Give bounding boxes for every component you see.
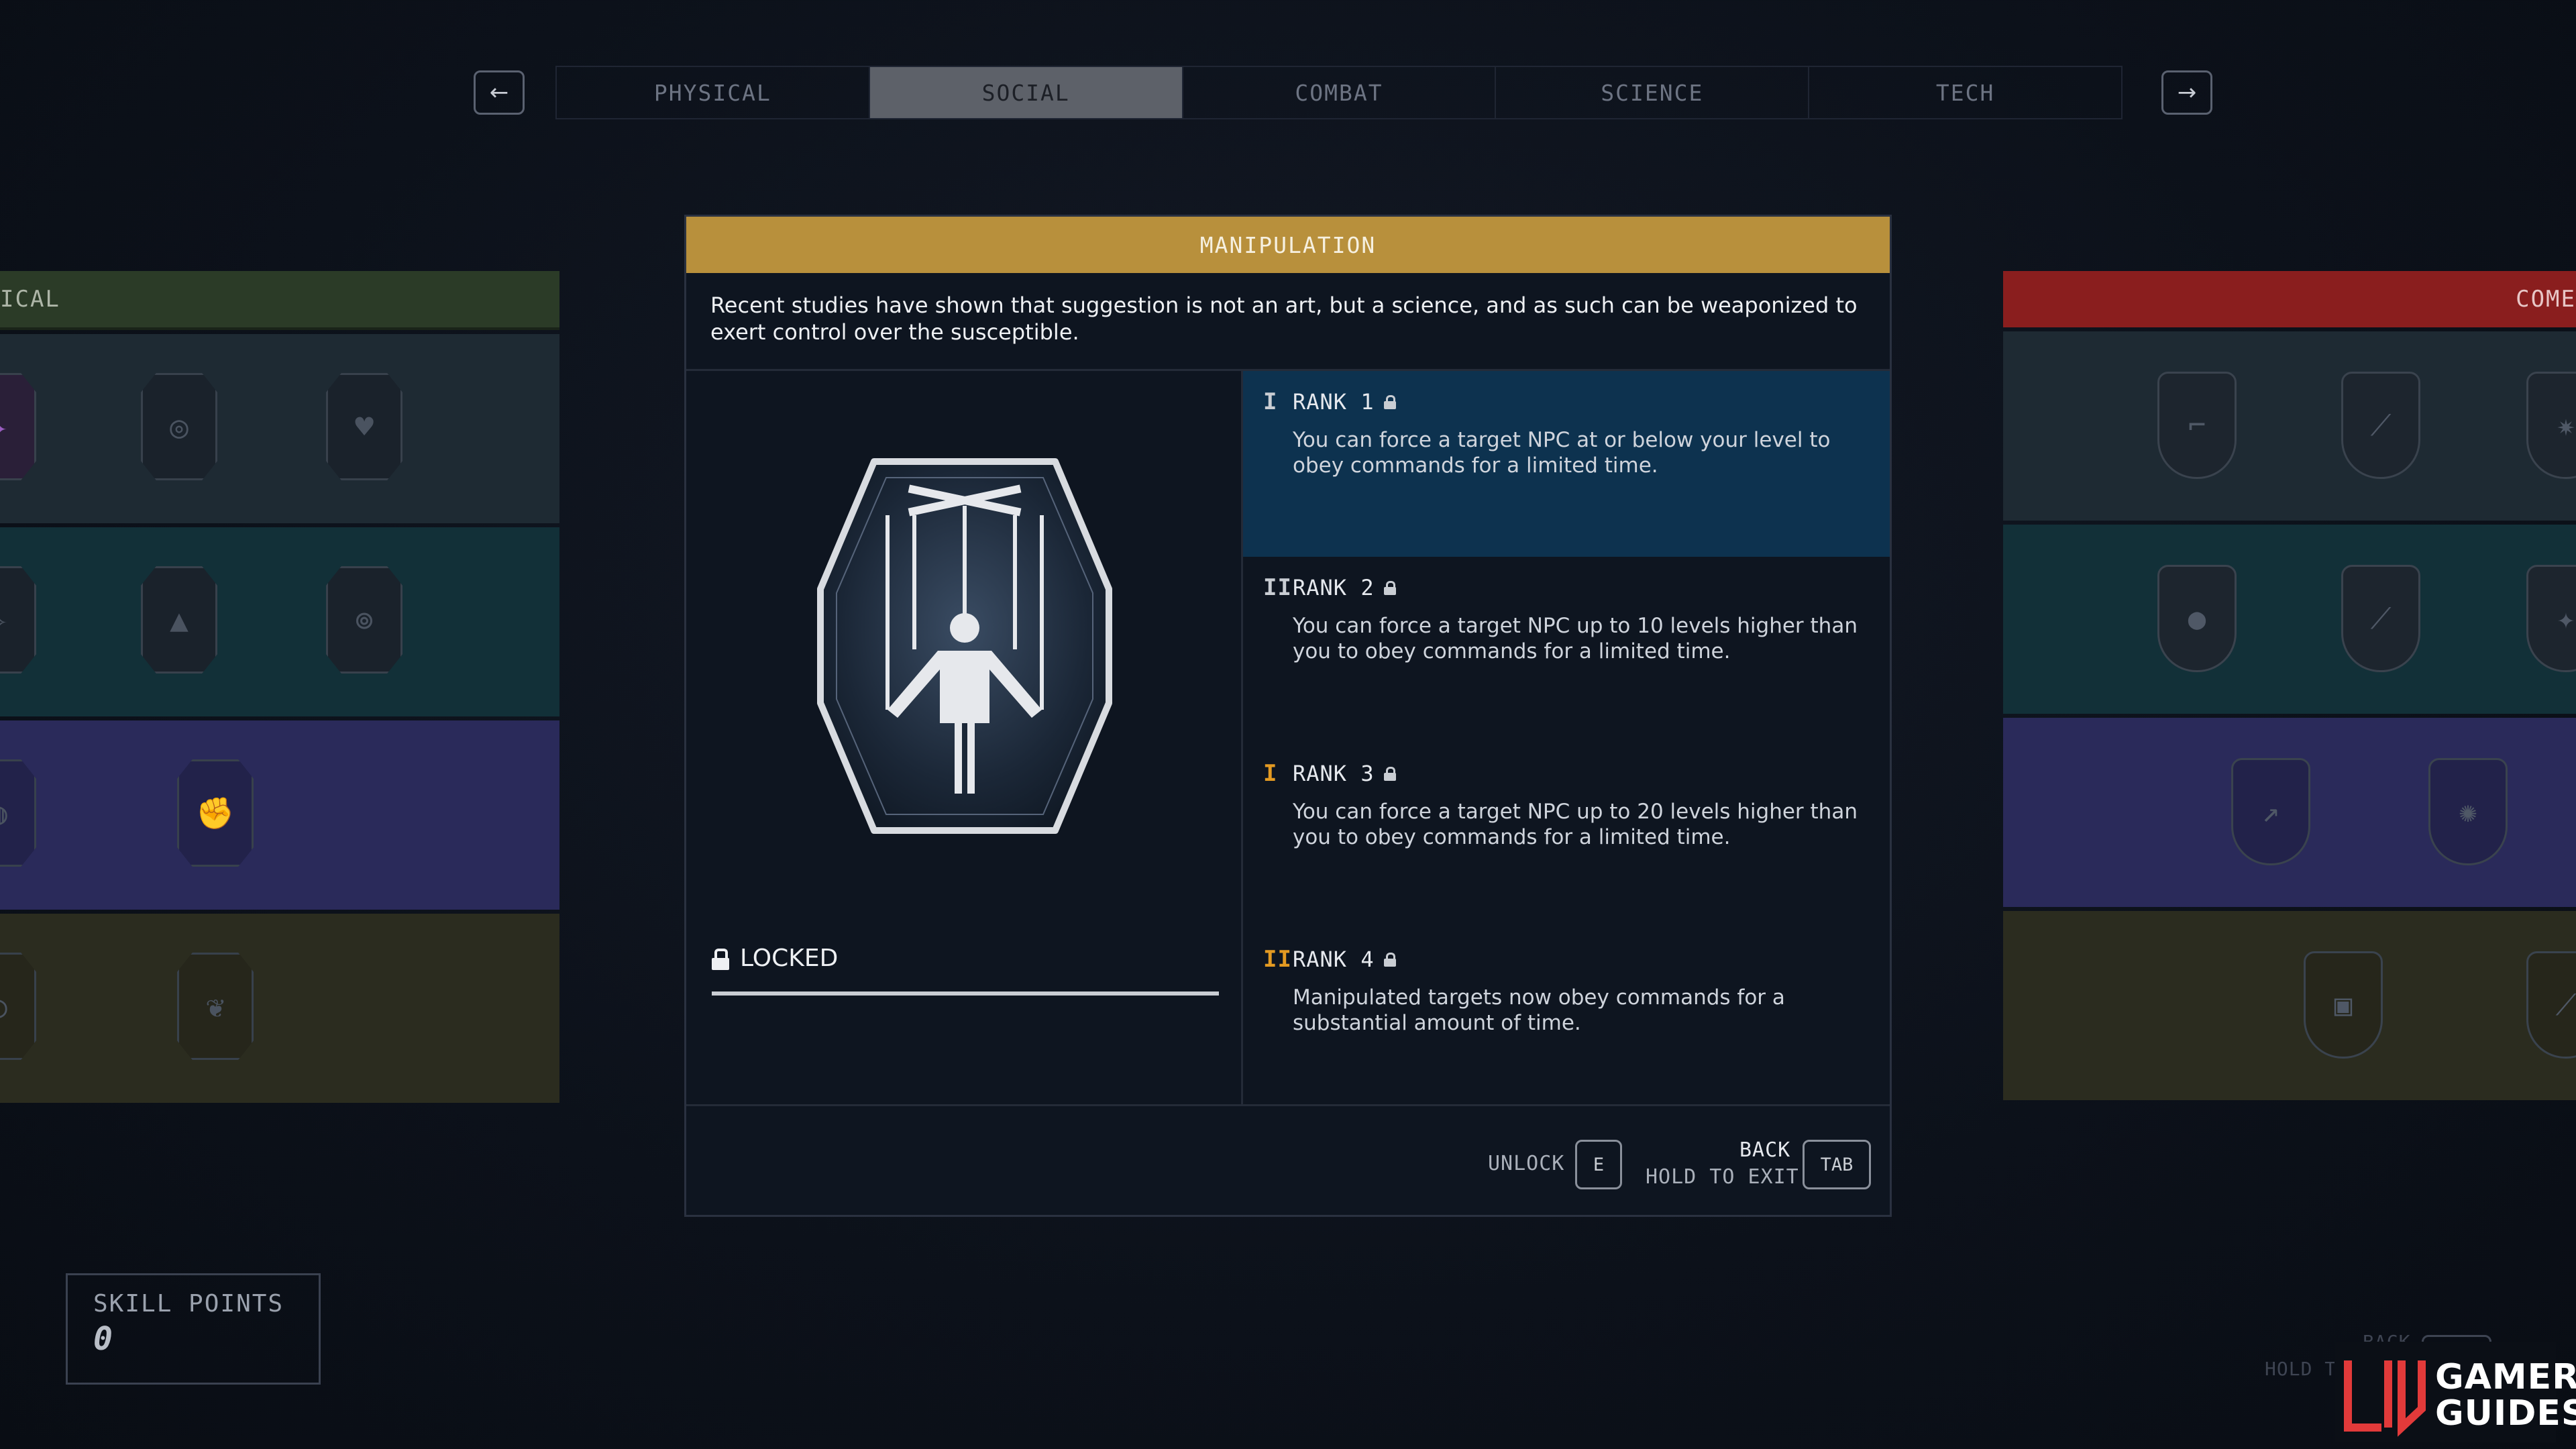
skill-title: MANIPULATION	[686, 217, 1890, 273]
skill-points-value: 0	[93, 1320, 113, 1358]
rank-2-marker: II	[1263, 574, 1292, 601]
skill-badge-demolitions-icon[interactable]: ✺	[2428, 758, 2508, 865]
physical-tier-4: ◐ ❦	[0, 914, 559, 1103]
lock-icon	[1383, 395, 1396, 409]
skill-badge-shotgun-icon[interactable]: ⟋	[2341, 565, 2420, 672]
skill-badge-stealth-icon[interactable]: ✧	[0, 566, 36, 674]
rank-list: I RANK 1 You can force a target NPC at o…	[1243, 371, 1890, 1104]
rank-4-marker: II	[1263, 946, 1292, 973]
rank-3-item[interactable]: I RANK 3 You can force a target NPC up t…	[1243, 743, 1890, 928]
skill-badge-knife-icon[interactable]: ⟋	[2341, 372, 2420, 479]
skill-detail-modal: MANIPULATION Recent studies have shown t…	[684, 215, 1892, 1217]
rank-2-item[interactable]: II RANK 2 You can force a target NPC up …	[1243, 557, 1890, 743]
unlock-hint-label: UNLOCK	[1488, 1152, 1565, 1175]
arrow-right-icon: →	[2177, 79, 2197, 106]
skill-badge-fitness-icon[interactable]: ◎	[141, 373, 217, 480]
combat-panel-header: COME	[2003, 271, 2576, 327]
skill-badge-rejuvenation-icon[interactable]: ◐	[0, 953, 36, 1060]
lock-icon	[1383, 767, 1396, 781]
lock-icon	[712, 948, 729, 970]
physical-tier-2: ✧ ▲ ⊚	[0, 527, 559, 716]
skill-badge-planet-icon[interactable]: ◍	[0, 759, 36, 867]
skill-badge-gas-mask-icon[interactable]: ⊚	[326, 566, 402, 674]
watermark-text: GAMER GUIDES	[2435, 1357, 2576, 1434]
rank-4-label: RANK 4	[1293, 947, 1375, 972]
skill-badge-rifle-icon[interactable]: ↗	[2231, 758, 2310, 865]
rank-2-label: RANK 2	[1293, 575, 1375, 600]
tab-combat[interactable]: COMBAT	[1183, 67, 1497, 118]
physical-panel-header: ICAL	[0, 271, 559, 330]
combat-tier-4: ▣ ⟋	[2003, 911, 2576, 1100]
tab-physical[interactable]: PHYSICAL	[557, 67, 870, 118]
lock-icon	[1383, 581, 1396, 595]
skill-badge-fist-icon[interactable]: ✊	[177, 759, 254, 867]
skill-emblem-pane: LOCKED	[686, 371, 1243, 1104]
skill-badge-heart-icon[interactable]: ♥	[326, 373, 402, 480]
tab-social[interactable]: SOCIAL	[869, 67, 1183, 118]
rank-progress-bar	[712, 991, 1219, 996]
puppet-strings-icon	[817, 458, 1112, 834]
skill-badge-heavy-weapon-icon[interactable]: ⟋	[2526, 951, 2576, 1059]
rank-1-marker: I	[1263, 388, 1278, 415]
tab-science[interactable]: SCIENCE	[1496, 67, 1810, 118]
rank-3-label: RANK 3	[1293, 761, 1375, 786]
skill-badge-flame-icon[interactable]: ❦	[177, 953, 254, 1060]
skill-badge-grenade-icon[interactable]: ●	[2157, 565, 2237, 672]
skill-points-panel: SKILL POINTS 0	[66, 1273, 321, 1385]
tab-tech[interactable]: TECH	[1809, 67, 2121, 118]
rank-1-label: RANK 1	[1293, 389, 1375, 415]
modal-footer: UNLOCK E BACK HOLD TO EXIT TAB	[686, 1104, 1890, 1217]
skill-badge-environment-icon[interactable]: ▲	[141, 566, 217, 674]
skill-body: LOCKED I RANK 1 You can force a target N…	[686, 371, 1890, 1104]
skill-description: Recent studies have shown that suggestio…	[686, 273, 1890, 371]
back-hint-label: BACK	[1739, 1138, 1791, 1162]
category-tabs: PHYSICAL SOCIAL COMBAT SCIENCE TECH	[555, 66, 2123, 119]
hold-to-exit-label: HOLD TO EXIT	[1646, 1165, 1799, 1189]
rank-3-marker: I	[1263, 760, 1278, 787]
combat-tier-1: ⌐ ⟋ ✷	[2003, 331, 2576, 521]
rank-4-description: Manipulated targets now obey commands fo…	[1293, 985, 1785, 1035]
rank-1-description: You can force a target NPC at or below y…	[1293, 428, 1831, 478]
rank-4-item[interactable]: II RANK 4 Manipulated targets now obey c…	[1243, 928, 1890, 1114]
skill-badge-armor-icon[interactable]: ▣	[2304, 951, 2383, 1059]
physical-skill-tree: ICAL ✦ ◎ ♥ ✧ ▲ ⊚ ◍ ✊ ◐ ❦	[0, 271, 559, 1103]
skill-badge-particle-icon[interactable]: ✦	[2526, 565, 2576, 672]
skill-badge-pistol-icon[interactable]: ⌐	[2157, 372, 2237, 479]
next-category-button[interactable]: →	[2161, 70, 2212, 115]
prev-category-button[interactable]: ←	[474, 70, 525, 115]
arrow-left-icon: ←	[489, 79, 509, 106]
rank-3-description: You can force a target NPC up to 20 leve…	[1293, 800, 1858, 849]
unlock-key-button[interactable]: E	[1575, 1140, 1622, 1189]
skill-badge-laser-icon[interactable]: ✷	[2526, 372, 2576, 479]
combat-tier-2: ● ⟋ ✦	[2003, 525, 2576, 714]
combat-skill-tree: COME ⌐ ⟋ ✷ ● ⟋ ✦ ↗ ✺ ▣ ⟋	[2003, 271, 2576, 1100]
lock-icon	[1383, 953, 1396, 967]
skill-lock-status: LOCKED	[712, 945, 1219, 972]
physical-tier-1: ✦ ◎ ♥	[0, 334, 559, 523]
combat-tier-3: ↗ ✺	[2003, 718, 2576, 907]
rank-2-description: You can force a target NPC up to 10 leve…	[1293, 614, 1858, 663]
skill-points-label: SKILL POINTS	[93, 1290, 284, 1318]
physical-tier-3: ◍ ✊	[0, 720, 559, 910]
background-hold-hint: HOLD T	[2265, 1358, 2337, 1380]
rank-1-item[interactable]: I RANK 1 You can force a target NPC at o…	[1243, 371, 1890, 557]
skill-badge-boxing-icon[interactable]: ✦	[0, 373, 36, 480]
back-key-button[interactable]: TAB	[1803, 1140, 1871, 1189]
